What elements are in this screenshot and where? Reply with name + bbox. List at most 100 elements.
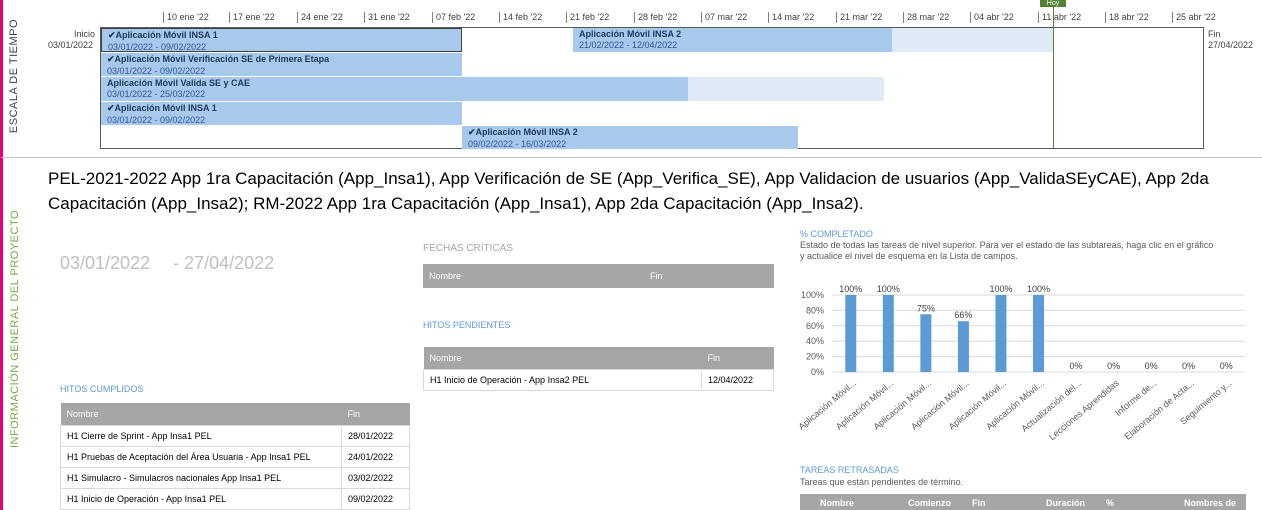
bar-dates: 03/01/2022 - 09/02/2022 — [107, 66, 206, 76]
timeline-bar[interactable]: ✔Aplicación Móvil Verificación SE de Pri… — [101, 53, 462, 76]
col-header-fin: Fin — [701, 347, 774, 370]
data-label: 66% — [954, 310, 972, 320]
tareas-retrasadas-subtitle: Tareas que están pendientes de término. — [800, 477, 964, 487]
timeline-bar[interactable]: Aplicación Móvil INSA 2 21/02/2022 - 12/… — [573, 28, 892, 52]
category-label: Lecciones Aprendidas — [1047, 378, 1121, 443]
y-tick-label: 60% — [806, 321, 824, 331]
tick-label: 28 mar '22 — [903, 12, 949, 23]
timeline-start-label: Inicio — [74, 29, 96, 39]
hitos-pendientes-title: HITOS PENDIENTES — [423, 320, 511, 330]
data-label: 100% — [877, 284, 900, 294]
timeline-bar[interactable]: ✔Aplicación Móvil INSA 1 03/01/2022 - 09… — [101, 28, 462, 52]
timeline-bar[interactable]: Aplicación Móvil Valida SE y CAE 03/01/2… — [101, 77, 688, 101]
tick-label: 07 mar '22 — [701, 12, 747, 23]
table-row[interactable]: H1 Inicio de Operación - App Insa1 PEL 0… — [60, 488, 410, 510]
tick-label: 17 ene '22 — [229, 12, 275, 23]
fechas-criticas-title: FECHAS CRÍTICAS — [423, 243, 514, 254]
timeline-end-label: Fin — [1208, 29, 1221, 39]
col-header-nombre: Nombre — [423, 264, 644, 288]
bar-name: ✔Aplicación Móvil INSA 1 — [107, 103, 217, 113]
project-start-date: 03/01/2022 — [60, 253, 151, 273]
y-tick-label: 100% — [801, 290, 824, 300]
table-row[interactable]: H1 Pruebas de Aceptación del Área Usuari… — [60, 446, 410, 468]
tick-label: 14 mar '22 — [768, 12, 814, 23]
timeline-end-date: 27/04/2022 — [1208, 40, 1254, 50]
table-row[interactable]: H1 Inicio de Operación - App Insa2 PEL 1… — [423, 369, 774, 391]
tick-label: 24 ene '22 — [297, 12, 343, 23]
completado-title: % COMPLETADO — [800, 229, 873, 239]
data-label: 0% — [1107, 361, 1120, 371]
col-header-nombre: Nombre — [60, 403, 342, 426]
bar-name: ✔Aplicación Móvil Verificación SE de Pri… — [107, 54, 330, 64]
row-end: 03/02/2022 — [341, 467, 410, 489]
col-header-fin: Fin — [644, 264, 774, 288]
row-end: 12/04/2022 — [701, 369, 774, 391]
row-end: 28/01/2022 — [341, 425, 410, 447]
data-label: 0% — [1220, 361, 1233, 371]
bar-dates: 09/02/2022 - 16/03/2022 — [468, 139, 567, 149]
col-header-nombre: Nombre — [820, 498, 855, 508]
bar — [882, 295, 894, 372]
tick-label: 31 ene '22 — [364, 12, 410, 23]
y-tick-label: 20% — [806, 352, 824, 362]
info-side-label: INFORMACIÓN GENERAL DEL PROYECTO — [0, 158, 28, 510]
row-end: 24/01/2022 — [341, 446, 410, 468]
row-name: H1 Pruebas de Aceptación del Área Usuari… — [60, 446, 342, 468]
tick-label: 04 abr '22 — [970, 12, 1014, 23]
tick-label: 21 feb '22 — [566, 12, 609, 23]
info-side-text: INFORMACIÓN GENERAL DEL PROYECTO — [9, 209, 21, 449]
data-label: 100% — [839, 284, 862, 294]
timeline-side-label: ESCALA DE TIEMPO — [0, 0, 28, 158]
tick-label: 14 feb '22 — [499, 12, 542, 23]
tick-label: 07 feb '22 — [432, 12, 475, 23]
col-header-duracion: Duración — [1046, 498, 1086, 508]
table-row[interactable]: H1 Simulacro - Simulacros nacionales App… — [60, 467, 410, 489]
tick-label: 25 abr '22 — [1172, 12, 1216, 23]
y-tick-label: 0% — [811, 367, 824, 377]
data-label: 75% — [917, 303, 935, 313]
tick-label: 10 ene '22 — [163, 12, 209, 23]
data-label: 0% — [1070, 361, 1083, 371]
y-tick-label: 80% — [806, 305, 824, 315]
row-end: 09/02/2022 — [341, 488, 410, 510]
bar-dates: 03/01/2022 - 25/03/2022 — [107, 89, 206, 99]
today-marker: Hoy — [1040, 0, 1066, 7]
bar-dates: 03/01/2022 - 09/02/2022 — [108, 42, 207, 52]
project-end-date: - 27/04/2022 — [173, 253, 275, 273]
completado-subtitle: Estado de todas las tareas de nivel supe… — [800, 240, 1214, 261]
row-name: H1 Inicio de Operación - App Insa2 PEL — [423, 369, 702, 391]
col-header-nombres-de: Nombres de — [1184, 498, 1237, 508]
timeline-side-text: ESCALA DE TIEMPO — [8, 18, 20, 134]
col-header-fin: Fin — [341, 403, 410, 426]
row-name: H1 Simulacro - Simulacros nacionales App… — [60, 467, 342, 489]
fechas-criticas-table: Nombre Fin — [423, 264, 774, 288]
tick-label: 21 mar '22 — [836, 12, 882, 23]
today-marker-line — [1053, 3, 1054, 149]
col-header-comienzo: Comienzo — [908, 498, 952, 508]
table-row[interactable]: H1 Cierre de Sprint - App Insa1 PEL 28/0… — [60, 425, 410, 447]
tick-label: 28 feb '22 — [634, 12, 677, 23]
completado-chart[interactable]: 0%20%40%60%80%100%100%Aplicación Móvil..… — [790, 280, 1250, 458]
hitos-cumplidos-table: Nombre Fin H1 Cierre de Sprint - App Ins… — [60, 403, 410, 510]
bar-name: ✔Aplicación Móvil INSA 2 — [468, 127, 578, 137]
timeline-bar[interactable]: ✔Aplicación Móvil INSA 1 03/01/2022 - 09… — [101, 102, 462, 125]
bar-remaining — [688, 77, 884, 101]
bar — [920, 314, 932, 372]
data-label: 0% — [1145, 361, 1158, 371]
tick-label: 18 abr '22 — [1105, 12, 1149, 23]
bar-dates: 03/01/2022 - 09/02/2022 — [107, 115, 206, 125]
bar — [995, 295, 1007, 372]
col-header-porcentaje: % — [1106, 498, 1115, 508]
tareas-retrasadas-title: TAREAS RETRASADAS — [800, 465, 899, 475]
bar-name: ✔Aplicación Móvil INSA 1 — [108, 30, 218, 40]
bar — [845, 295, 857, 372]
data-label: 100% — [989, 284, 1012, 294]
row-name: H1 Inicio de Operación - App Insa1 PEL — [60, 488, 342, 510]
y-tick-label: 40% — [806, 336, 824, 346]
project-date-range: 03/01/2022 - 27/04/2022 — [60, 253, 274, 274]
timeline-bar[interactable]: ✔Aplicación Móvil INSA 2 09/02/2022 - 16… — [462, 126, 798, 149]
data-label: 0% — [1182, 361, 1195, 371]
project-description: PEL-2021-2022 App 1ra Capacitación (App_… — [48, 169, 1209, 213]
data-label: 100% — [1027, 284, 1050, 294]
timeline-start-date: 03/01/2022 — [48, 40, 94, 50]
